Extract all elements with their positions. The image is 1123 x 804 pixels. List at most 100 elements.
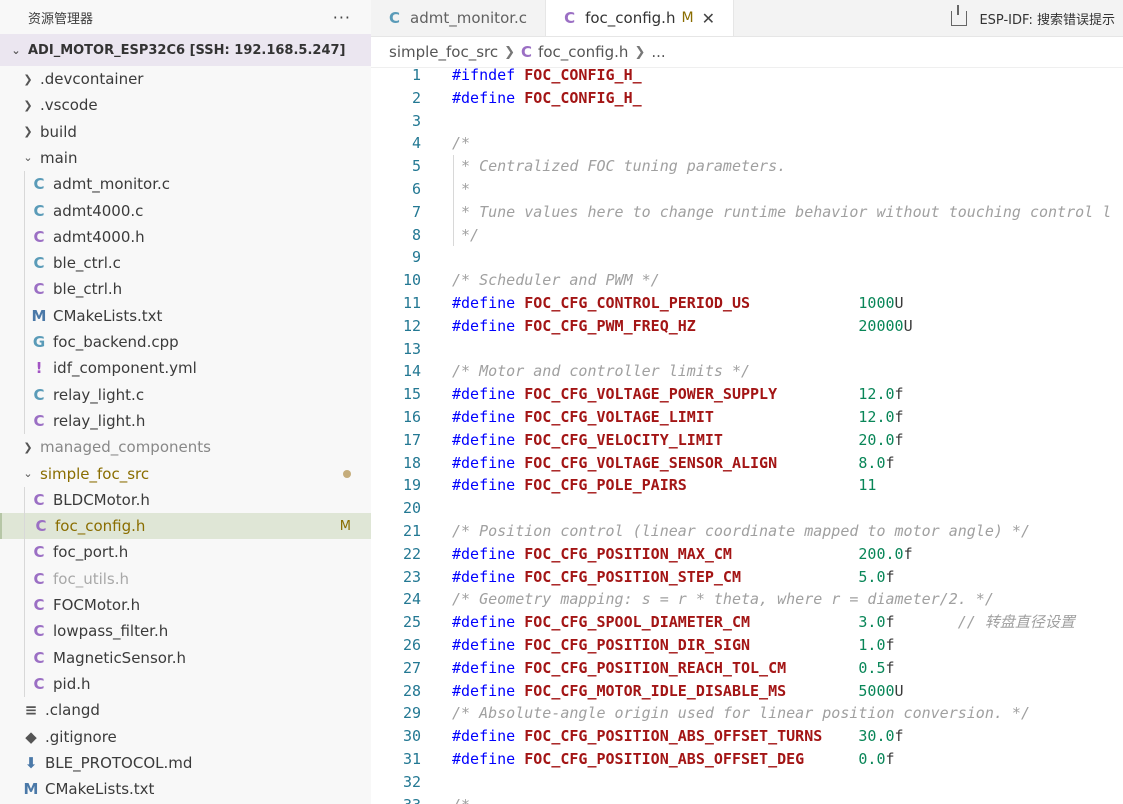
tree-item-label: idf_component.yml [53,359,197,378]
explorer-header: 资源管理器 ··· [0,0,371,34]
code-line[interactable]: 20 [371,497,1123,520]
breadcrumb-more[interactable]: ... [651,43,665,61]
code-line[interactable]: 21 /* Position control (linear coordinate… [371,520,1123,543]
esp-idf-action[interactable]: ESP-IDF: 搜索错误提示 [951,0,1115,36]
file-item[interactable]: ⬇ BLE_PROTOCOL.md [0,750,371,776]
h-file-icon: C [33,569,45,588]
code-line[interactable]: 23 #define FOC_CFG_POSITION_STEP_CM 5.0f [371,566,1123,589]
code-line[interactable]: 7 * Tune values here to change runtime b… [371,201,1123,224]
workspace-root[interactable]: ⌄ ADI_MOTOR_ESP32C6 [SSH: 192.168.5.247] [0,34,371,66]
code-text: #define FOC_CFG_PWM_FREQ_HZ 20000U [452,316,913,335]
line-number: 1 [411,66,421,84]
code-line[interactable]: 10 /* Scheduler and PWM */ [371,269,1123,292]
code-text: #define FOC_CFG_VELOCITY_LIMIT 20.0f [452,430,904,449]
tree-item-label: admt4000.c [53,201,144,220]
more-actions-icon[interactable]: ··· [333,8,351,27]
file-item[interactable]: Cfoc_port.h [0,539,371,565]
indent-guide [24,171,25,435]
folder-item[interactable]: ❯ managed_components [0,434,371,460]
file-item[interactable]: M CMakeLists.txt [0,303,371,329]
c-file-icon: C [389,9,401,27]
code-line[interactable]: 2 #define FOC_CONFIG_H_ [371,87,1123,110]
chevron-right-icon: ❯ [634,44,646,60]
folder-item[interactable]: ⌄ simple_foc_src [0,461,371,487]
code-line[interactable]: 22 #define FOC_CFG_POSITION_MAX_CM 200.0f [371,543,1123,566]
code-text: #define FOC_CFG_VOLTAGE_SENSOR_ALIGN 8.0… [452,453,895,472]
tab-admt-monitor[interactable]: C admt_monitor.c [371,0,547,36]
code-line[interactable]: 3 [371,110,1123,133]
file-item[interactable]: Clowpass_filter.h [0,618,371,644]
code-line[interactable]: 29 /* Absolute-angle origin used for line… [371,702,1123,725]
folder-item[interactable]: ⌄ main [0,145,371,171]
tree-item-label: CMakeLists.txt [53,306,163,325]
file-item[interactable]: Cble_ctrl.c [0,250,371,276]
file-item[interactable]: Cfoc_utils.h [0,566,371,592]
file-item[interactable]: Cadmt_monitor.c [0,171,371,197]
code-text: #define FOC_CONFIG_H_ [452,88,642,107]
code-line[interactable]: 26 #define FOC_CFG_POSITION_DIR_SIGN 1.0f [371,634,1123,657]
code-line[interactable]: 9 [371,246,1123,269]
code-line[interactable]: 11 #define FOC_CFG_CONTROL_PERIOD_US 1000… [371,292,1123,315]
file-item[interactable]: ! idf_component.yml [0,355,371,381]
file-item[interactable]: Cadmt4000.h [0,224,371,250]
code-line[interactable]: 18 #define FOC_CFG_VOLTAGE_SENSOR_ALIGN 8… [371,452,1123,475]
tab-label: foc_config.h [585,9,676,27]
file-item[interactable]: C MagneticSensor.h [0,645,371,671]
file-item[interactable]: Crelay_light.h [0,408,371,434]
code-line[interactable]: 25 #define FOC_CFG_SPOOL_DIAMETER_CM 3.0f… [371,611,1123,634]
folder-item[interactable]: ❯ build [0,119,371,145]
tree-item-label: foc_port.h [53,543,129,562]
code-line[interactable]: 32 [371,771,1123,794]
file-item[interactable]: Cfoc_config.h M [0,513,371,540]
code-text: #define FOC_CFG_VOLTAGE_LIMIT 12.0f [452,408,904,426]
cpp-file-icon: G [32,333,46,351]
file-item[interactable]: C BLDCMotor.h [0,487,371,513]
chevron-right-icon: ❯ [23,72,33,86]
file-item[interactable]: C FOCMotor.h [0,592,371,618]
code-text: #define FOC_CFG_POLE_PAIRS 11 [452,476,877,495]
code-line[interactable]: 30 #define FOC_CFG_POSITION_ABS_OFFSET_TU… [371,725,1123,748]
code-line[interactable]: 27 #define FOC_CFG_POSITION_REACH_TOL_CM … [371,657,1123,680]
code-line[interactable]: 8 */ [371,224,1123,247]
h-file-icon: C [33,490,45,509]
file-item[interactable]: Cpid.h [0,671,371,697]
folder-item[interactable]: ❯ .devcontainer [0,66,371,92]
code-line[interactable]: 6 * [371,178,1123,201]
h-file-icon: C [33,411,45,430]
code-line[interactable]: 24 /* Geometry mapping: s = r * theta, wh… [371,588,1123,611]
line-number: 12 [402,316,421,335]
code-line[interactable]: 4 /* [371,132,1123,155]
folder-item[interactable]: ❯ .vscode [0,92,371,118]
code-line[interactable]: 19 #define FOC_CFG_POLE_PAIRS 11 [371,474,1123,497]
file-item[interactable]: ◆ .gitignore [0,724,371,750]
file-item[interactable]: Gfoc_backend.cpp [0,329,371,355]
file-item[interactable]: ≡ .clangd [0,697,371,723]
code-line[interactable]: 15 #define FOC_CFG_VOLTAGE_POWER_SUPPLY 1… [371,383,1123,406]
breadcrumb-file[interactable]: foc_config.h [538,43,628,61]
chevron-right-icon: ❯ [504,44,516,60]
code-text: #define FOC_CFG_VOLTAGE_POWER_SUPPLY 12.… [452,385,904,404]
code-line[interactable]: 28 #define FOC_CFG_MOTOR_IDLE_DISABLE_MS … [371,680,1123,703]
close-icon[interactable]: ✕ [702,9,715,28]
code-line[interactable]: 16 #define FOC_CFG_VOLTAGE_LIMIT 12.0f [371,406,1123,429]
code-line[interactable]: 12 #define FOC_CFG_PWM_FREQ_HZ 20000U [371,315,1123,338]
line-number: 19 [402,476,421,495]
indent-guide [24,486,25,698]
file-item[interactable]: M CMakeLists.txt [0,776,371,802]
code-line[interactable]: 33 /* [371,794,1123,804]
code-line[interactable]: 1 #ifndef FOC_CONFIG_H_ [371,64,1123,87]
code-line[interactable]: 5 * Centralized FOC tuning parameters. [371,155,1123,178]
file-item[interactable]: Cadmt4000.c [0,198,371,224]
file-item[interactable]: Cble_ctrl.h [0,276,371,302]
code-line[interactable]: 31 #define FOC_CFG_POSITION_ABS_OFFSET_DE… [371,748,1123,771]
code-line[interactable]: 14 /* Motor and controller limits */ [371,360,1123,383]
code-text: /* Geometry mapping: s = r * theta, wher… [452,590,994,609]
tab-bar: C admt_monitor.c C foc_config.h M ✕ ESP-… [371,0,1123,37]
code-line[interactable]: 17 #define FOC_CFG_VELOCITY_LIMIT 20.0f [371,429,1123,452]
breadcrumb-folder[interactable]: simple_foc_src [389,43,498,61]
file-item[interactable]: Crelay_light.c [0,382,371,408]
code-line[interactable]: 13 [371,338,1123,361]
tab-foc-config[interactable]: C foc_config.h M ✕ [546,0,734,36]
chevron-right-icon: ❯ [23,440,33,454]
line-number: 6 [411,180,421,198]
